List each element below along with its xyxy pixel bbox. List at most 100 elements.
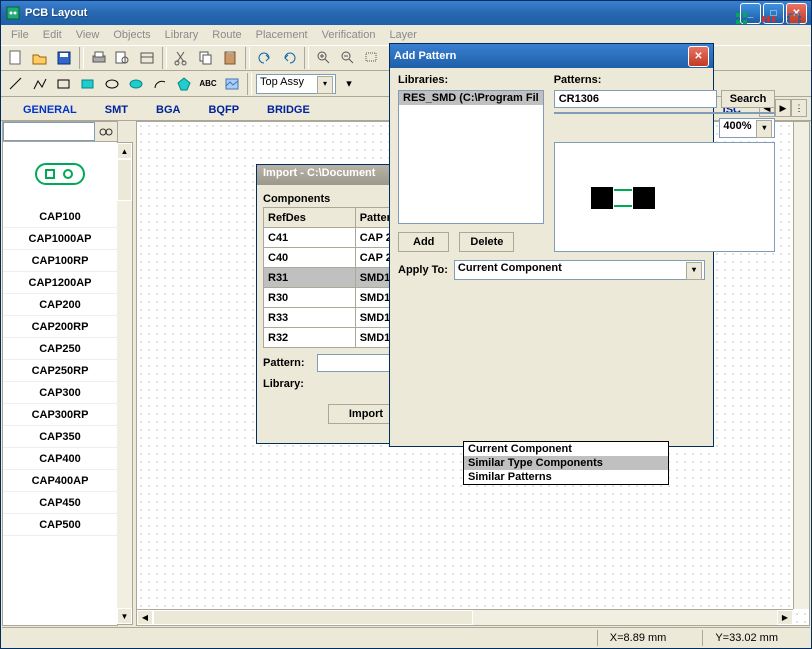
menu-view[interactable]: View (70, 27, 106, 43)
list-item[interactable]: CAP500 (3, 514, 117, 536)
scroll-thumb[interactable] (117, 159, 132, 201)
tabs-menu-icon[interactable]: ⋮ (791, 99, 807, 117)
scroll-up-icon[interactable]: ▲ (117, 143, 132, 159)
add-pattern-close-button[interactable]: ✕ (688, 46, 709, 67)
undo-icon[interactable] (254, 47, 276, 69)
apply-to-dropdown[interactable]: Current ComponentSimilar Type Components… (463, 441, 669, 485)
zoom-in-icon[interactable] (313, 47, 335, 69)
tabs-scroll-right-icon[interactable]: ▶ (775, 99, 791, 117)
add-pattern-titlebar: Add Pattern ✕ (390, 44, 713, 68)
cut-icon[interactable] (171, 47, 193, 69)
patterns-label: Patterns: (554, 74, 776, 86)
scroll-track[interactable] (117, 201, 132, 608)
tab-bridge[interactable]: BRIDGE (253, 100, 324, 120)
col-refdes[interactable]: RefDes (264, 208, 356, 228)
list-item[interactable]: CAP350 (3, 426, 117, 448)
apply-to-label: Apply To: (398, 264, 448, 276)
list-item[interactable]: CAP100 (3, 206, 117, 228)
print-icon[interactable] (88, 47, 110, 69)
menu-objects[interactable]: Objects (107, 27, 156, 43)
text-icon[interactable]: ABC (197, 73, 219, 95)
menu-verification[interactable]: Verification (316, 27, 382, 43)
list-item[interactable]: CAP400AP (3, 470, 117, 492)
polygon-icon[interactable] (173, 73, 195, 95)
left-scrollbar[interactable]: ▲ ▼ (117, 142, 133, 625)
patterns-scroll-up-icon[interactable]: ▲ (758, 113, 774, 114)
list-item[interactable]: CAP1000AP (3, 228, 117, 250)
new-icon[interactable] (5, 47, 27, 69)
component-list[interactable]: CAP100CAP1000APCAP100RPCAP1200APCAP200CA… (3, 206, 117, 625)
list-item[interactable]: CAP300RP (3, 404, 117, 426)
status-y: Y=33.02 mm (702, 630, 790, 646)
polyline-icon[interactable] (29, 73, 51, 95)
image-icon[interactable] (221, 73, 243, 95)
zoom-combo[interactable]: 400% (719, 118, 775, 138)
menu-file[interactable]: File (5, 27, 35, 43)
list-item[interactable]: CAP400 (3, 448, 117, 470)
list-item[interactable]: CAP250RP (3, 360, 117, 382)
main-titlebar: PCB Layout _ □ ✕ (1, 1, 811, 25)
menu-layer[interactable]: Layer (383, 27, 423, 43)
list-item[interactable]: CAP250 (3, 338, 117, 360)
tab-smt[interactable]: SMT (91, 100, 142, 120)
libraries-listbox[interactable]: RES_SMD (C:\Program Fil (398, 90, 544, 224)
tab-bqfp[interactable]: BQFP (194, 100, 253, 120)
scroll-down-icon[interactable]: ▼ (117, 608, 132, 624)
copy-icon[interactable] (195, 47, 217, 69)
binoculars-icon[interactable] (95, 122, 117, 141)
menu-route[interactable]: Route (206, 27, 247, 43)
left-panel: CAP100CAP1000APCAP100RPCAP1200APCAP200CA… (2, 121, 118, 626)
dropdown-option[interactable]: Current Component (464, 442, 668, 456)
ellipse-filled-icon[interactable] (125, 73, 147, 95)
apply-to-combo[interactable]: Current Component (454, 260, 705, 280)
status-x: X=8.89 mm (597, 630, 679, 646)
redo-icon[interactable] (278, 47, 300, 69)
menubar: File Edit View Objects Library Route Pla… (1, 25, 811, 45)
dropdown-option[interactable]: Similar Type Components (464, 456, 668, 470)
pattern-row[interactable]: CR0201 (555, 113, 759, 114)
list-item[interactable]: CAP1200AP (3, 272, 117, 294)
rect-filled-icon[interactable] (77, 73, 99, 95)
menu-edit[interactable]: Edit (37, 27, 68, 43)
canvas-hscroll[interactable]: ◀ ▶ (137, 609, 793, 625)
list-item[interactable]: CAP300 (3, 382, 117, 404)
titleblock-icon[interactable] (136, 47, 158, 69)
hscroll-track[interactable] (473, 610, 777, 625)
hscroll-thumb[interactable] (153, 610, 473, 625)
list-item[interactable]: CAP200 (3, 294, 117, 316)
search-button[interactable]: Search (721, 90, 776, 108)
zoom-window-icon[interactable] (361, 47, 383, 69)
open-icon[interactable] (29, 47, 51, 69)
paste-icon[interactable] (219, 47, 241, 69)
pad-chip-icon[interactable] (785, 75, 807, 97)
list-item[interactable]: CAP100RP (3, 250, 117, 272)
pattern-search-input[interactable] (554, 90, 717, 108)
hscroll-right-icon[interactable]: ▶ (777, 610, 793, 625)
tab-general[interactable]: GENERAL (9, 100, 91, 120)
ellipse-icon[interactable] (101, 73, 123, 95)
menu-placement[interactable]: Placement (250, 27, 314, 43)
patterns-listbox[interactable]: CR0201CR0402CR0603CR0805CR1306CR1310 ▲ ▼ (554, 112, 776, 114)
preview-icon[interactable] (112, 47, 134, 69)
hscroll-left-icon[interactable]: ◀ (137, 610, 153, 625)
left-search-input[interactable] (3, 122, 95, 141)
menu-library[interactable]: Library (159, 27, 205, 43)
library-label: Library: (263, 378, 315, 390)
layer-dropdown-extra-icon[interactable]: ▾ (338, 73, 360, 95)
library-row[interactable]: RES_SMD (C:\Program Fil (399, 91, 543, 105)
dropdown-option[interactable]: Similar Patterns (464, 470, 668, 484)
main-title: PCB Layout (25, 7, 740, 19)
list-item[interactable]: CAP450 (3, 492, 117, 514)
arc-icon[interactable] (149, 73, 171, 95)
list-item[interactable]: CAP200RP (3, 316, 117, 338)
line-icon[interactable] (5, 73, 27, 95)
save-icon[interactable] (53, 47, 75, 69)
canvas-vscroll[interactable] (793, 122, 809, 609)
delete-button[interactable]: Delete (459, 232, 514, 252)
app-icon (5, 5, 21, 21)
layer-combo[interactable]: Top Assy (256, 74, 336, 94)
tab-bga[interactable]: BGA (142, 100, 194, 120)
add-button[interactable]: Add (398, 232, 449, 252)
rect-icon[interactable] (53, 73, 75, 95)
zoom-out-icon[interactable] (337, 47, 359, 69)
